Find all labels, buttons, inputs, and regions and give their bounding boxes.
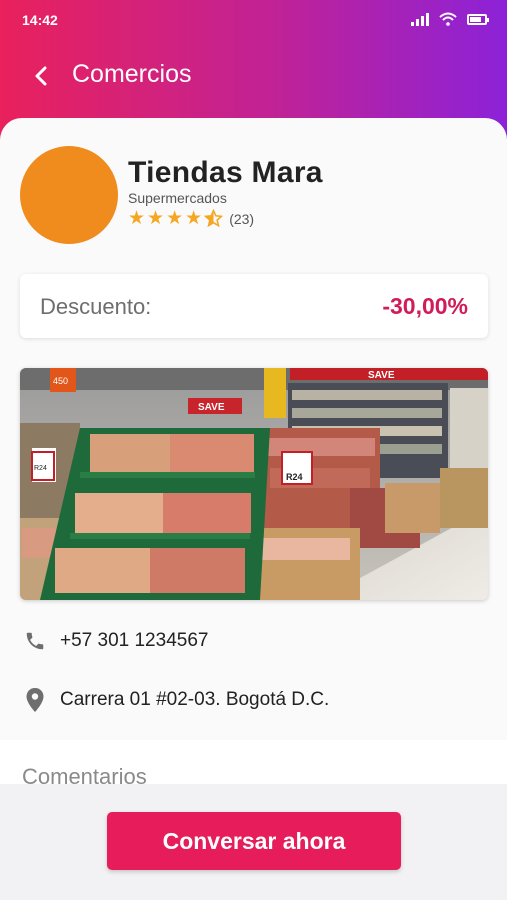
address-text: Carrera 01 #02-03. Bogotá D.C. [60,689,330,710]
store-category: Supermercados [128,190,227,206]
star-half-icon [204,209,224,228]
chat-now-button[interactable]: Conversar ahora [107,812,401,870]
status-time: 14:42 [22,12,58,28]
svg-text:SAVE: SAVE [198,402,225,413]
back-button[interactable] [26,61,56,91]
discount-value: -30,00% [382,293,468,319]
address-row[interactable]: Carrera 01 #02-03. Bogotá D.C. [22,685,329,715]
store-avatar [20,146,118,244]
phone-icon [22,628,48,654]
status-icons [411,12,489,26]
star-full-icon: ★ [147,208,165,229]
star-full-icon: ★ [185,208,203,229]
store-photo: SAVE 450 SAVE R24 R24 [20,368,488,600]
svg-text:R24: R24 [34,465,47,472]
wifi-icon [439,12,457,26]
nav-bar: Comercios [0,55,507,95]
comments-section: Comentarios [0,740,507,790]
store-card: Tiendas Mara Supermercados ★ ★ ★ ★ (23) … [0,118,507,748]
chevron-left-icon [35,66,47,86]
star-full-icon: ★ [166,208,184,229]
discount-label: Descuento: [40,294,152,319]
footer-bar: Conversar ahora [0,784,507,900]
signal-icon [411,12,429,26]
store-name: Tiendas Mara [128,156,323,189]
discount-box: Descuento: -30,00% [20,274,488,338]
phone-number: +57 301 1234567 [60,630,209,651]
battery-icon [467,13,489,25]
page-title: Comercios [72,60,192,88]
review-count: (23) [229,210,255,227]
svg-text:450: 450 [53,376,68,386]
status-bar: 14:42 [0,0,507,40]
svg-text:SAVE: SAVE [368,370,395,381]
star-full-icon: ★ [128,208,146,229]
store-rating: ★ ★ ★ ★ (23) [128,209,254,228]
location-pin-icon [22,687,48,713]
svg-text:R24: R24 [286,472,303,482]
supermarket-produce-photo: SAVE 450 SAVE R24 R24 [20,368,488,600]
phone-row[interactable]: +57 301 1234567 [22,626,208,656]
